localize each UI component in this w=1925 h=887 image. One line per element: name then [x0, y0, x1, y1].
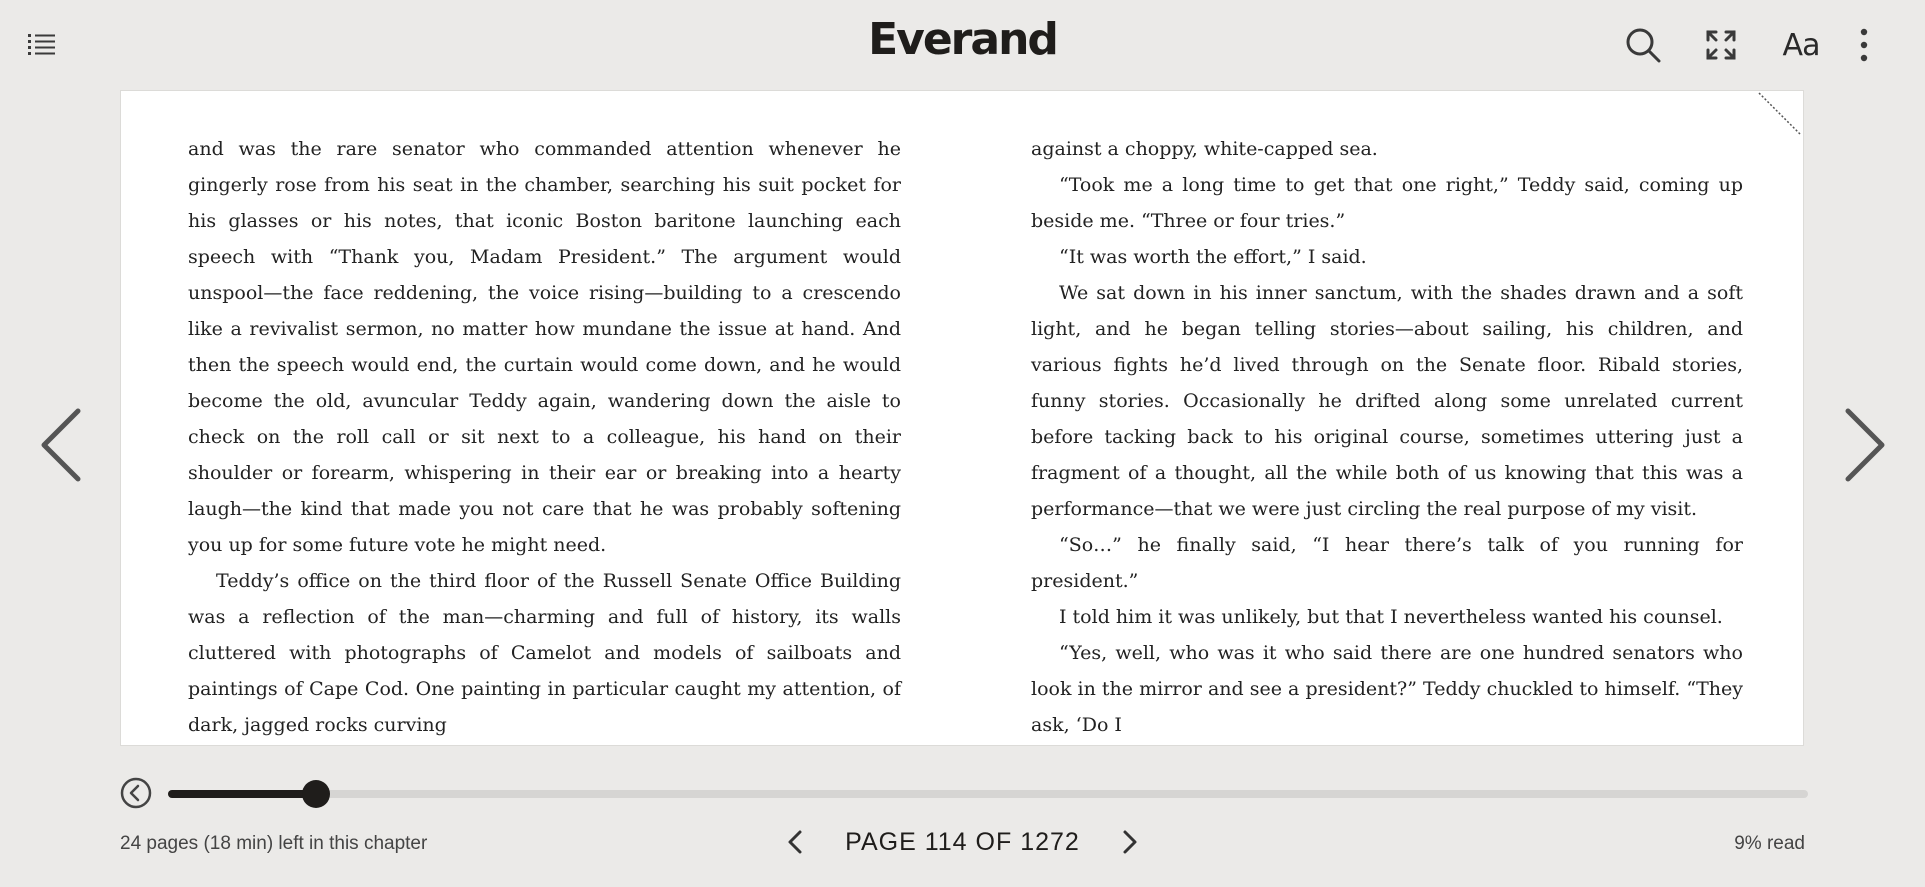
paragraph: and was the rare senator who commanded a…	[188, 138, 901, 556]
chevron-left-icon	[41, 408, 81, 482]
next-page-button[interactable]	[1836, 400, 1896, 490]
more-vertical-icon	[1860, 28, 1868, 62]
top-bar: Everand Aa	[0, 0, 1925, 90]
return-position-button[interactable]	[120, 777, 152, 809]
chapter-remaining-text: 24 pages (18 min) left in this chapter	[120, 833, 428, 854]
paragraph: Teddy’s office on the third floor of the…	[188, 570, 901, 736]
right-page-text: against a choppy, white-capped sea. “Took…	[1031, 131, 1743, 743]
chevron-right-icon	[1845, 408, 1885, 482]
paragraph: We sat down in his inner sanctum, with t…	[1031, 282, 1743, 520]
page-forward-button[interactable]	[1114, 822, 1146, 862]
bottom-bar: 24 pages (18 min) left in this chapter P…	[0, 760, 1925, 887]
paragraph: I told him it was unlikely, but that I n…	[1059, 606, 1723, 628]
search-button[interactable]	[1622, 24, 1664, 66]
reading-progress-slider[interactable]	[168, 780, 1808, 808]
paragraph: “Took me a long time to get that one rig…	[1031, 174, 1743, 232]
previous-page-button[interactable]	[30, 400, 90, 490]
back-circle-icon	[120, 777, 152, 809]
bookmark-corner[interactable]	[1755, 91, 1803, 139]
search-icon	[1626, 28, 1661, 63]
page-indicator: PAGE 114 OF 1272	[845, 827, 1080, 856]
progress-fill	[168, 790, 316, 798]
chevron-left-icon	[788, 830, 802, 854]
font-settings-button[interactable]: Aa	[1778, 24, 1824, 66]
chevron-right-icon	[1123, 830, 1137, 854]
paragraph: “So…” he finally said, “I hear there’s t…	[1031, 534, 1743, 592]
page-back-button[interactable]	[779, 822, 811, 862]
fullscreen-button[interactable]	[1700, 24, 1742, 66]
font-settings-icon: Aa	[1782, 27, 1821, 63]
paragraph: “Yes, well, who was it who said there ar…	[1031, 642, 1743, 736]
progress-thumb[interactable]	[301, 780, 330, 808]
paragraph: against a choppy, white-capped sea.	[1031, 138, 1378, 160]
table-of-contents-button[interactable]	[26, 30, 58, 58]
percent-read-text: 9% read	[1734, 833, 1805, 854]
paragraph: “It was worth the effort,” I said.	[1059, 246, 1367, 268]
fullscreen-icon	[1706, 30, 1736, 60]
left-page-text: and was the rare senator who commanded a…	[188, 131, 901, 743]
list-icon	[28, 34, 55, 55]
more-options-button[interactable]	[1846, 24, 1882, 66]
book-page-spread: and was the rare senator who commanded a…	[120, 90, 1804, 746]
